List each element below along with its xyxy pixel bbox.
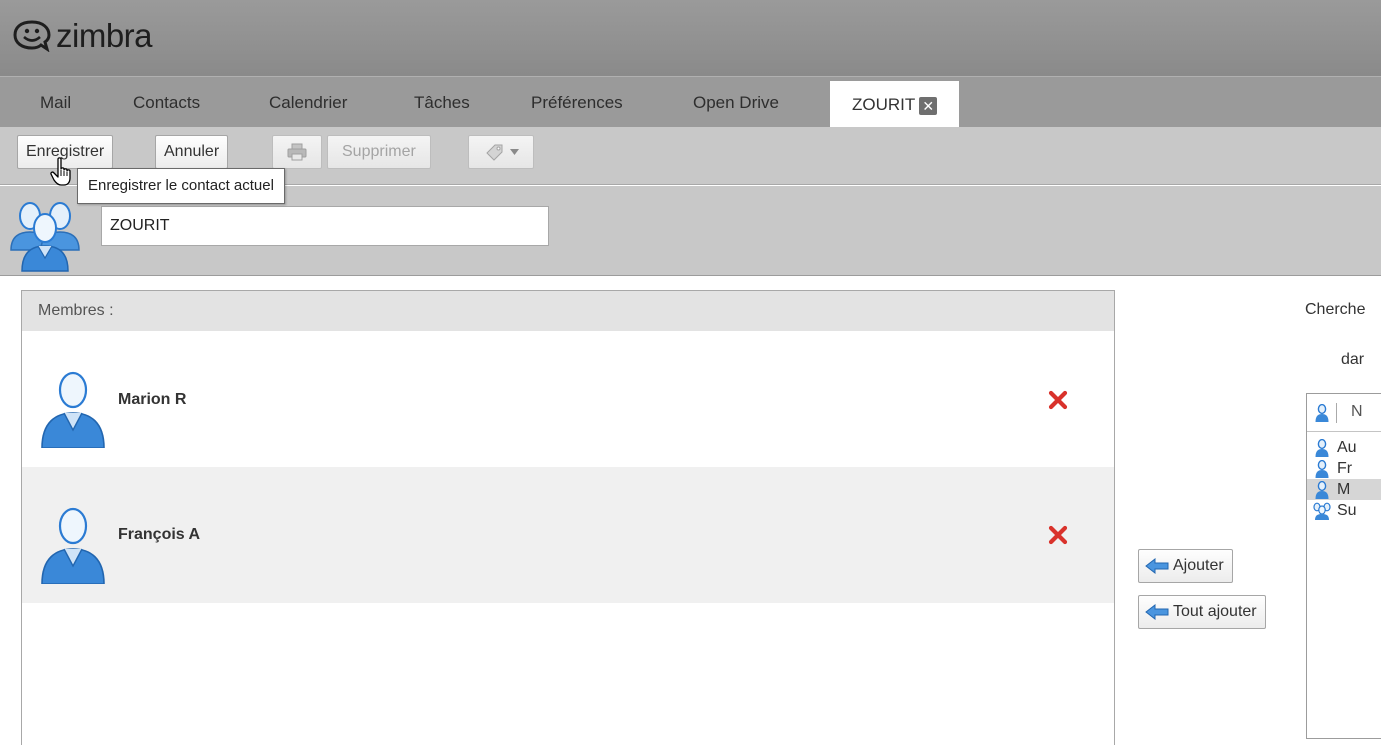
add-button-label: Ajouter: [1173, 557, 1224, 574]
tab-zourit-label: ZOURIT: [852, 95, 916, 114]
tab-open-drive[interactable]: Open Drive: [693, 77, 779, 128]
logo-text: zimbra: [56, 16, 153, 54]
add-all-button[interactable]: Tout ajouter: [1138, 595, 1266, 629]
add-button[interactable]: Ajouter: [1138, 549, 1233, 583]
column-divider: [1336, 403, 1337, 423]
delete-button[interactable]: Supprimer: [327, 135, 431, 169]
tab-taches[interactable]: Tâches: [414, 77, 470, 128]
tab-mail[interactable]: Mail: [40, 77, 71, 128]
app-tab-bar: Mail Contacts Calendrier Tâches Préféren…: [0, 76, 1381, 128]
member-name: Marion R: [118, 391, 187, 408]
search-result-item[interactable]: Au: [1307, 437, 1381, 458]
close-icon[interactable]: ✕: [919, 96, 938, 115]
tab-calendrier[interactable]: Calendrier: [269, 77, 347, 128]
contact-avatar-icon: [41, 371, 105, 448]
results-header[interactable]: N: [1307, 394, 1381, 432]
search-result-label: Su: [1337, 502, 1357, 519]
tab-preferences[interactable]: Préférences: [531, 77, 623, 128]
search-results-list[interactable]: N Au Fr M Su: [1306, 393, 1381, 739]
arrow-left-icon: [1145, 558, 1169, 574]
remove-member-icon[interactable]: [1048, 390, 1068, 410]
save-tooltip: Enregistrer le contact actuel: [77, 168, 285, 204]
arrow-left-icon: [1145, 604, 1169, 620]
member-name: François A: [118, 526, 201, 543]
tab-contacts[interactable]: Contacts: [133, 77, 200, 128]
contact-group-icon: [1313, 502, 1331, 520]
contact-icon: [1315, 439, 1329, 457]
results-header-label: N: [1351, 403, 1363, 420]
printer-icon: [287, 143, 307, 161]
contact-icon: [1315, 481, 1329, 499]
zimbra-logo[interactable]: zimbra: [12, 16, 153, 54]
zimbra-smiley-icon: [13, 20, 51, 52]
tag-icon: [485, 144, 502, 161]
group-edit-main: Membres : Marion R François A Ajouter To…: [0, 277, 1381, 745]
search-result-label: M: [1337, 481, 1351, 498]
group-name-input[interactable]: [101, 206, 549, 246]
contact-icon: [1315, 404, 1329, 422]
search-result-label: Au: [1337, 439, 1357, 456]
print-button[interactable]: [272, 135, 322, 169]
contact-group-icon: [10, 202, 80, 272]
remove-member-icon[interactable]: [1048, 525, 1068, 545]
member-row[interactable]: Marion R: [22, 331, 1114, 467]
search-result-item[interactable]: Su: [1307, 500, 1381, 521]
search-result-item[interactable]: Fr: [1307, 458, 1381, 479]
chevron-down-icon: [509, 149, 519, 155]
members-panel: Membres : Marion R François A: [21, 290, 1115, 745]
member-row[interactable]: François A: [22, 467, 1114, 603]
hand-cursor-icon: [50, 157, 71, 186]
search-in-label: dar: [1341, 351, 1365, 368]
tab-zourit[interactable]: ZOURIT ✕: [830, 81, 960, 128]
search-result-label: Fr: [1337, 460, 1353, 477]
contact-avatar-icon: [41, 507, 105, 584]
search-result-item[interactable]: M: [1307, 479, 1381, 500]
cancel-button[interactable]: Annuler: [155, 135, 229, 169]
add-all-button-label: Tout ajouter: [1173, 603, 1257, 620]
members-header: Membres :: [22, 291, 1114, 331]
search-label: Cherche: [1305, 301, 1366, 318]
tag-menu-button[interactable]: [468, 135, 534, 169]
app-header: zimbra: [0, 0, 1381, 76]
contact-icon: [1315, 460, 1329, 478]
